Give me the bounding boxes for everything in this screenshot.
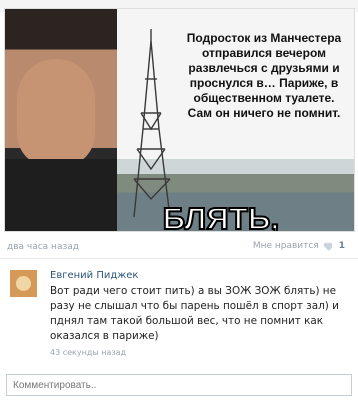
comment-author-link[interactable]: Евгений Пиджек (50, 270, 138, 281)
divider (0, 258, 358, 259)
post-image[interactable]: Подросток из Манчестера отправился вечер… (4, 8, 355, 232)
heart-icon (323, 242, 332, 251)
post-meta: два часа назад Мне нравится 1 (7, 238, 351, 256)
comment-input[interactable] (7, 375, 358, 395)
caption-line: отправился вечером (201, 46, 326, 60)
meme-title: БЛЯТЬ, ЗАМОТАЛО (162, 200, 280, 232)
caption-line: общественном туалете. (193, 91, 335, 105)
caption-line: Сам он ничего не помнит. (187, 106, 341, 120)
image-caption: Подросток из Манчестера отправился вечер… (175, 31, 353, 121)
post-time[interactable]: два часа назад (7, 242, 79, 252)
comment-box[interactable] (6, 374, 358, 396)
comment: Евгений Пиджек Вот ради чего стоит пить)… (10, 270, 350, 360)
comment-time[interactable]: 43 секунды назад (50, 348, 126, 357)
caption-line: Подросток из Манчестера (186, 31, 342, 45)
like-button[interactable]: Мне нравится 1 (253, 240, 345, 252)
caption-line: проснулся в… Париже, в (189, 76, 339, 90)
like-count: 1 (338, 241, 345, 251)
like-label: Мне нравится (252, 241, 319, 251)
caption-line: развлечься с друзьями и (188, 61, 340, 75)
comment-text: Вот ради чего стоит пить) а вы ЗОЖ ЗОЖ б… (50, 285, 339, 342)
avatar[interactable] (10, 270, 37, 297)
